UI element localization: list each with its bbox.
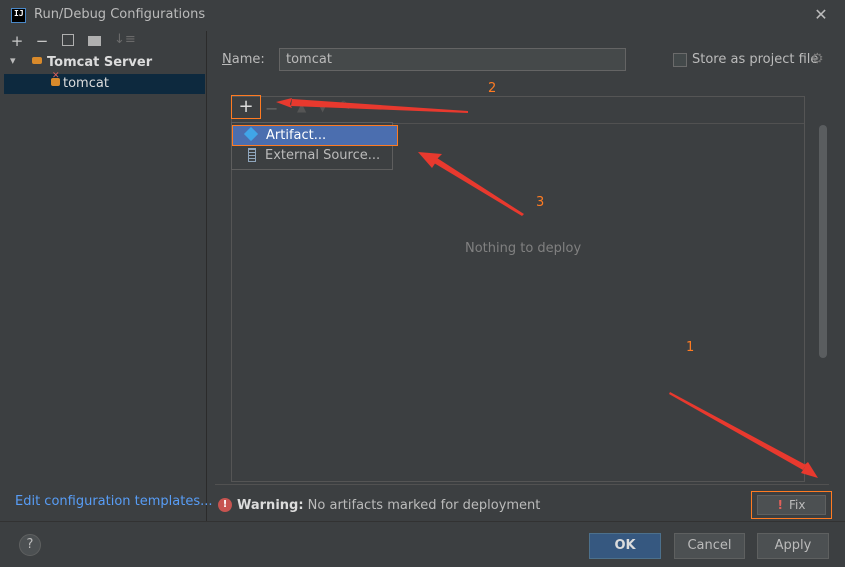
annotation-arrow-1-shaft (669, 392, 806, 470)
annotation-arrow-3-shaft (434, 158, 524, 216)
annotation-arrows (276, 98, 818, 478)
annotation-arrow-2-shaft (291, 99, 468, 113)
annotation-number: 3 (536, 195, 545, 210)
annotation-number: 2 (488, 81, 497, 96)
annotation-number: 1 (686, 340, 695, 355)
